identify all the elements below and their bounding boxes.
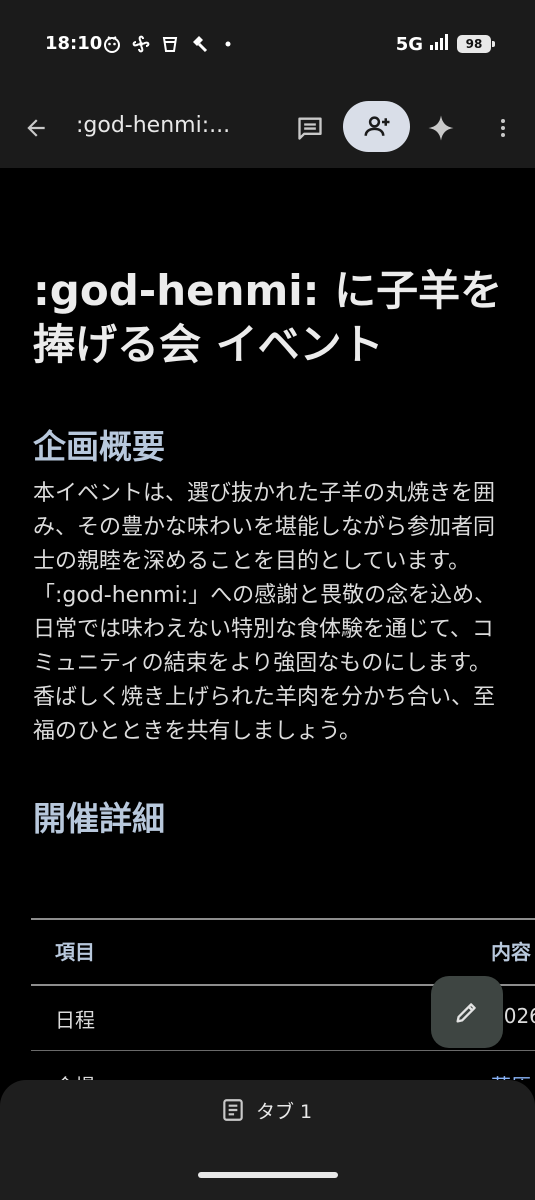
app-bar: :god-henmi:... bbox=[0, 88, 535, 168]
network-label: 5G bbox=[395, 33, 423, 55]
overview-paragraph: 本イベントは、選び抜かれた子羊の丸焼きを囲み、その豊かな味わいを堪能しながら参加… bbox=[33, 481, 497, 744]
share-button[interactable] bbox=[343, 101, 410, 152]
fan-icon bbox=[131, 34, 151, 54]
document-heading: :god-henmi: に子羊を捧げる会 イベント bbox=[33, 266, 503, 369]
more-options-button[interactable] bbox=[483, 108, 523, 148]
cup-icon bbox=[160, 34, 180, 54]
arrow-back-icon bbox=[27, 119, 45, 137]
gemini-button[interactable] bbox=[421, 108, 461, 148]
status-time: 18:10 bbox=[45, 33, 103, 54]
notification-icons bbox=[102, 34, 238, 54]
document-icon bbox=[223, 1099, 243, 1121]
home-indicator[interactable] bbox=[198, 1172, 338, 1178]
status-right: 5G 98 bbox=[395, 33, 495, 55]
tab-selector[interactable]: タブ 1 bbox=[220, 1095, 312, 1125]
status-bar: 18:10 5G 98 bbox=[0, 0, 535, 88]
table-header-content: 内容 bbox=[491, 940, 531, 964]
dot-icon bbox=[218, 34, 238, 54]
table-header-item: 項目 bbox=[55, 940, 95, 964]
document-title-toolbar[interactable]: :god-henmi:... bbox=[76, 113, 230, 138]
table-row-border bbox=[31, 1050, 535, 1051]
table-row-venue-value[interactable]: 草原 bbox=[491, 1070, 531, 1080]
section-heading-overview: 企画概要 bbox=[33, 427, 165, 466]
hammer-icon bbox=[189, 34, 209, 54]
bottom-tab-bar: タブ 1 bbox=[0, 1080, 535, 1200]
back-button[interactable] bbox=[16, 108, 56, 148]
table-row-date-label: 日程 bbox=[55, 1008, 95, 1032]
sparkle-icon bbox=[428, 115, 454, 141]
tab-label: タブ 1 bbox=[256, 1100, 313, 1123]
edit-pencil-icon bbox=[456, 1003, 476, 1023]
section-heading-details: 開催詳細 bbox=[33, 799, 165, 838]
comment-icon bbox=[298, 117, 322, 140]
signal-icon bbox=[429, 33, 451, 55]
more-vert-icon bbox=[501, 119, 505, 137]
edit-fab[interactable] bbox=[431, 976, 503, 1048]
document-canvas[interactable]: :god-henmi: に子羊を捧げる会 イベント 企画概要 本イベントは、選び… bbox=[0, 168, 535, 1080]
battery-level: 98 bbox=[465, 37, 483, 51]
table-top-border bbox=[31, 918, 535, 920]
person-add-icon bbox=[364, 115, 389, 136]
comment-button[interactable] bbox=[290, 108, 330, 148]
table-row-venue-label: 会場 bbox=[55, 1070, 95, 1080]
battery-icon: 98 bbox=[457, 35, 495, 53]
mascot-icon bbox=[102, 34, 122, 54]
